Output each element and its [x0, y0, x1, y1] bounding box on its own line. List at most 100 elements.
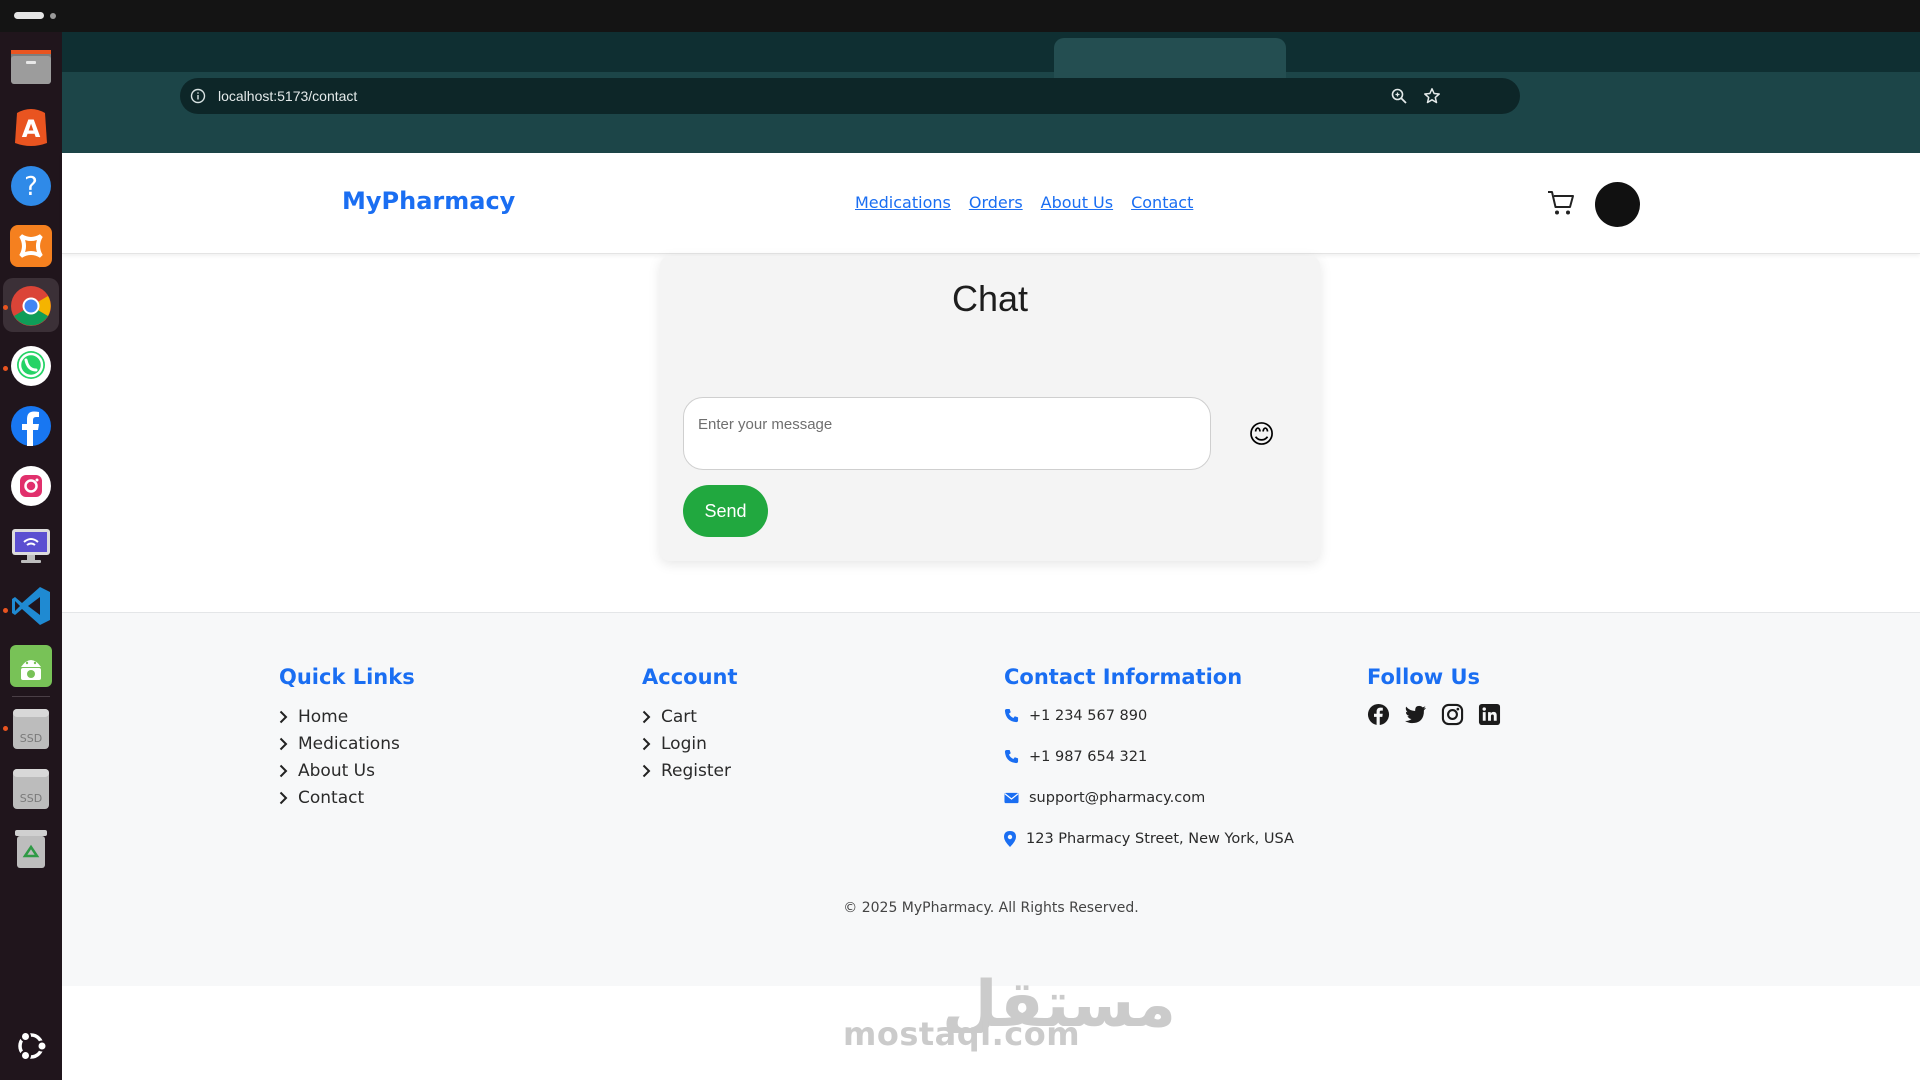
dock-separator: [12, 696, 50, 697]
account-heading: Account: [642, 665, 738, 689]
tab-strip: [62, 32, 1920, 78]
url-text[interactable]: localhost:5173/contact: [218, 88, 357, 104]
chevron-right-icon: [642, 764, 651, 777]
footer-link-label: About Us: [298, 760, 375, 781]
android-studio-icon[interactable]: [10, 645, 52, 687]
nav-links: Medications Orders About Us Contact: [855, 193, 1193, 212]
ssd-label: SSD: [20, 792, 42, 805]
twitter-icon[interactable]: [1404, 703, 1427, 726]
chat-title: Chat: [951, 278, 1029, 319]
application-dock: A ? SSD SSD: [0, 32, 62, 1080]
footer-link-contact[interactable]: Contact: [279, 784, 415, 811]
brand-logo[interactable]: MyPharmacy: [342, 187, 515, 215]
site-footer: Quick Links Home Medications About Us Co…: [62, 612, 1920, 986]
ssd-drive-icon[interactable]: SSD: [10, 768, 52, 810]
footer-link-label: Medications: [298, 733, 400, 754]
chat-card: Chat 😊 Send: [660, 256, 1320, 561]
contact-info-heading: Contact Information: [1004, 665, 1243, 689]
shopping-cart-icon[interactable]: [1546, 188, 1576, 218]
svg-text:?: ?: [24, 172, 38, 202]
browser-window-frame: localhost:5173/contact: [62, 32, 1920, 153]
running-indicator: [3, 726, 8, 731]
map-pin-icon: [1004, 830, 1016, 847]
zoom-icon[interactable]: [1390, 87, 1408, 105]
user-avatar[interactable]: [1595, 182, 1640, 227]
ssd-label: SSD: [20, 732, 42, 745]
xampp-icon[interactable]: [10, 225, 52, 267]
quick-links-heading: Quick Links: [279, 665, 415, 689]
chrome-icon[interactable]: [10, 285, 52, 327]
footer-contact-info: Contact Information +1 234 567 890 +1 98…: [1004, 665, 1294, 859]
browser-tab-active[interactable]: [1054, 38, 1286, 78]
envelope-icon: [1004, 792, 1019, 803]
footer-link-label: Home: [298, 706, 349, 727]
footer-link-label: Contact: [298, 787, 365, 808]
phone-icon: [1004, 749, 1019, 764]
contact-email: support@pharmacy.com: [1004, 777, 1294, 818]
chevron-right-icon: [279, 791, 288, 804]
instagram-icon[interactable]: [10, 465, 52, 507]
follow-us-heading: Follow Us: [1367, 665, 1481, 689]
trash-icon[interactable]: [10, 828, 52, 870]
running-indicator: [3, 305, 8, 310]
footer-account: Account Cart Login Register: [642, 665, 738, 784]
system-top-bar: [0, 0, 1920, 32]
footer-quick-links: Quick Links Home Medications About Us Co…: [279, 665, 415, 811]
footer-link-label: Login: [661, 733, 707, 754]
nav-link-orders[interactable]: Orders: [969, 193, 1023, 212]
footer-link-medications[interactable]: Medications: [279, 730, 415, 757]
facebook-icon[interactable]: [1367, 703, 1390, 726]
chevron-right-icon: [279, 737, 288, 750]
whatsapp-icon[interactable]: [10, 345, 52, 387]
contact-phone-1-text: +1 234 567 890: [1029, 707, 1148, 724]
social-icons: [1367, 703, 1501, 726]
phone-icon: [1004, 708, 1019, 723]
watermark-text: mostaql.com: [843, 1015, 1081, 1053]
contact-address: 123 Pharmacy Street, New York, USA: [1004, 818, 1294, 859]
contact-email-text: support@pharmacy.com: [1029, 789, 1206, 806]
app-center-icon[interactable]: A: [10, 105, 52, 147]
footer-link-about-us[interactable]: About Us: [279, 757, 415, 784]
nav-link-medications[interactable]: Medications: [855, 193, 951, 212]
footer-link-label: Register: [661, 760, 731, 781]
ubuntu-icon[interactable]: [10, 1025, 52, 1067]
svg-text:A: A: [22, 115, 41, 143]
chevron-right-icon: [279, 764, 288, 777]
help-icon[interactable]: ?: [10, 165, 52, 207]
address-bar[interactable]: localhost:5173/contact: [180, 78, 1520, 114]
footer-link-cart[interactable]: Cart: [642, 703, 738, 730]
vscode-icon[interactable]: [10, 585, 52, 627]
site-navbar: MyPharmacy Medications Orders About Us C…: [62, 153, 1920, 254]
site-info-icon[interactable]: [189, 87, 207, 105]
footer-follow-us: Follow Us: [1367, 665, 1501, 726]
send-button[interactable]: Send: [683, 485, 768, 537]
remote-desktop-icon[interactable]: [10, 525, 52, 567]
nav-link-about-us[interactable]: About Us: [1041, 193, 1113, 212]
ssd-drive-icon[interactable]: SSD: [10, 708, 52, 750]
footer-link-register[interactable]: Register: [642, 757, 738, 784]
contact-phone-2: +1 987 654 321: [1004, 736, 1294, 777]
contact-phone-2-text: +1 987 654 321: [1029, 748, 1148, 765]
running-indicator: [3, 366, 8, 371]
chevron-right-icon: [279, 710, 288, 723]
instagram-icon[interactable]: [1441, 703, 1464, 726]
bookmark-star-icon[interactable]: [1423, 87, 1441, 105]
facebook-icon[interactable]: [10, 405, 52, 447]
files-icon[interactable]: [10, 45, 52, 87]
contact-phone-1: +1 234 567 890: [1004, 695, 1294, 736]
footer-link-home[interactable]: Home: [279, 703, 415, 730]
copyright-text: © 2025 MyPharmacy. All Rights Reserved.: [843, 900, 1139, 916]
running-indicator: [3, 608, 8, 613]
message-input[interactable]: [683, 397, 1211, 470]
nav-link-contact[interactable]: Contact: [1131, 193, 1193, 212]
contact-address-text: 123 Pharmacy Street, New York, USA: [1026, 830, 1294, 847]
workspace-dot[interactable]: [50, 13, 56, 19]
footer-link-label: Cart: [661, 706, 697, 727]
workspace-indicator[interactable]: [14, 12, 44, 19]
emoji-picker-button[interactable]: 😊: [1248, 420, 1275, 450]
chevron-right-icon: [642, 710, 651, 723]
footer-link-login[interactable]: Login: [642, 730, 738, 757]
linkedin-icon[interactable]: [1478, 703, 1501, 726]
chevron-right-icon: [642, 737, 651, 750]
web-page: MyPharmacy Medications Orders About Us C…: [62, 153, 1920, 1080]
